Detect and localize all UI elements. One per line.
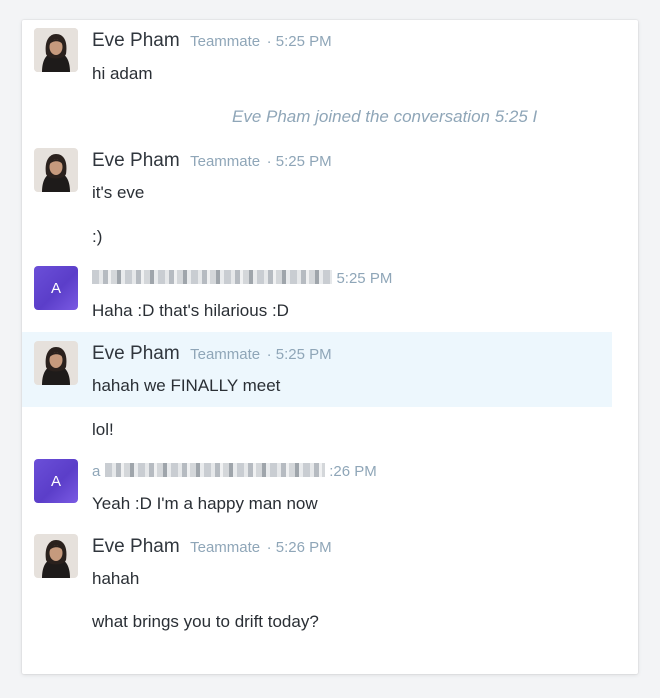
message-time: · 5:25 PM bbox=[266, 153, 332, 170]
message-time: 5:25 PM bbox=[336, 270, 393, 287]
message-text: lol! bbox=[92, 420, 114, 439]
author-role: Teammate bbox=[190, 153, 261, 170]
eve-avatar[interactable] bbox=[34, 148, 78, 192]
message-text: :) bbox=[92, 227, 103, 246]
eve-avatar[interactable] bbox=[34, 534, 78, 578]
avatar-letter: A bbox=[50, 472, 61, 490]
redacted-name bbox=[104, 463, 325, 477]
message-header: Eve Pham Teammate · 5:25 PM bbox=[92, 343, 332, 365]
message-header: Eve Pham Teammate · 5:25 PM bbox=[92, 150, 332, 172]
message-time: · 5:25 PM bbox=[266, 346, 332, 363]
message-header: a :26 PM bbox=[92, 463, 377, 481]
message-text: what brings you to drift today? bbox=[92, 612, 319, 631]
author-role: Teammate bbox=[190, 539, 261, 556]
redacted-prefix: a bbox=[92, 463, 101, 480]
message-text: Haha :D that's hilarious :D bbox=[92, 301, 289, 320]
author-name[interactable]: Eve Pham bbox=[92, 343, 180, 364]
message-text: hahah we FINALLY meet bbox=[92, 376, 281, 395]
message-header: 5:25 PM bbox=[92, 270, 392, 288]
message-header: Eve Pham Teammate · 5:26 PM bbox=[92, 536, 332, 558]
message-time: :26 PM bbox=[329, 463, 377, 480]
message-time: · 5:25 PM bbox=[266, 33, 332, 50]
message-header: Eve Pham Teammate · 5:25 PM bbox=[92, 30, 332, 52]
message-text: hahah bbox=[92, 569, 140, 588]
message-text: it's eve bbox=[92, 183, 145, 202]
redacted-name bbox=[92, 270, 332, 284]
author-name[interactable]: Eve Pham bbox=[92, 30, 180, 51]
message-time: · 5:26 PM bbox=[266, 539, 332, 556]
message-text: Yeah :D I'm a happy man now bbox=[92, 494, 318, 513]
author-role: Teammate bbox=[190, 346, 261, 363]
system-event: Eve Pham joined the conversation 5:25 I bbox=[232, 107, 538, 126]
author-name[interactable]: Eve Pham bbox=[92, 536, 180, 557]
chat-transcript: Eve Pham Teammate · 5:25 PM hi adam Eve … bbox=[22, 20, 638, 674]
author-name[interactable]: Eve Pham bbox=[92, 150, 180, 171]
eve-avatar[interactable] bbox=[34, 341, 78, 385]
eve-avatar[interactable] bbox=[34, 28, 78, 72]
visitor-avatar[interactable]: A bbox=[34, 459, 78, 503]
visitor-avatar[interactable]: A bbox=[34, 266, 78, 310]
avatar-letter: A bbox=[50, 279, 61, 297]
author-role: Teammate bbox=[190, 33, 261, 50]
message-text: hi adam bbox=[92, 64, 153, 83]
